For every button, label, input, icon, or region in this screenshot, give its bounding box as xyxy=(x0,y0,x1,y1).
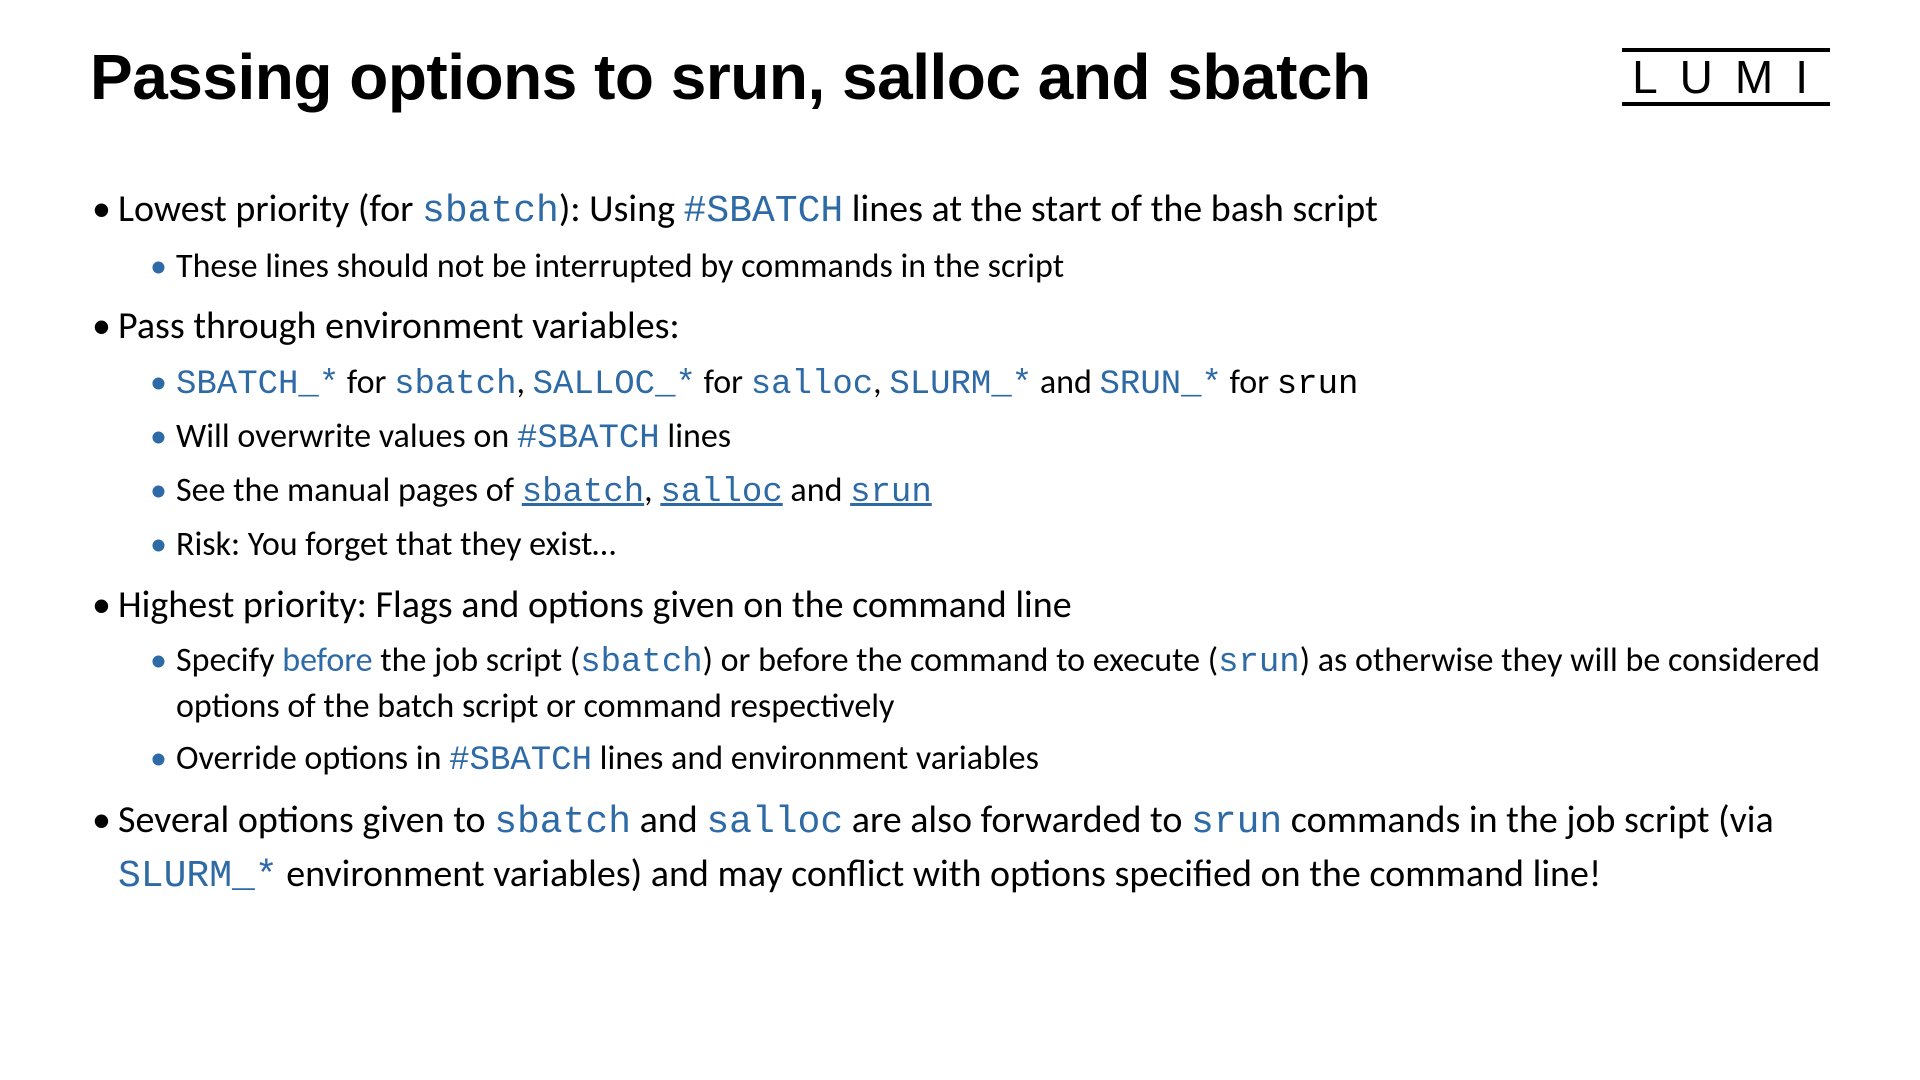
link-salloc[interactable]: salloc xyxy=(660,474,782,512)
text: Will overwrite values on xyxy=(176,416,517,457)
bullet-3-2: Override options in #SBATCH lines and en… xyxy=(176,737,1830,783)
bullet-2-2: Will overwrite values on #SBATCH lines xyxy=(176,415,1830,461)
code-sbatch: sbatch xyxy=(494,801,631,844)
code-salloc: salloc xyxy=(706,801,843,844)
code-sallocstar: SALLOC_* xyxy=(533,366,696,404)
code-srun: srun xyxy=(1277,366,1359,404)
text: Highest priority: Flags and options give… xyxy=(118,582,1072,628)
bullet-list: Lowest priority (for sbatch): Using #SBA… xyxy=(90,184,1830,902)
bullet-2-3: See the manual pages of sbatch, salloc a… xyxy=(176,469,1830,515)
code-salloc: salloc xyxy=(751,366,873,404)
bullet-2: Pass through environment variables: SBAT… xyxy=(118,301,1830,567)
text: Specify xyxy=(176,640,282,681)
text: ) or before the command to execute ( xyxy=(703,640,1218,681)
code-slurmstar: SLURM_* xyxy=(118,855,278,898)
text: Lowest priority (for xyxy=(118,186,422,232)
text: lines at the start of the bash script xyxy=(843,186,1378,232)
bullet-3: Highest priority: Flags and options give… xyxy=(118,580,1830,784)
text: , xyxy=(873,362,889,403)
text: lines and environment variables xyxy=(592,738,1039,779)
slide-title: Passing options to srun, salloc and sbat… xyxy=(90,40,1371,114)
text: environment variables) and may conflict … xyxy=(278,851,1602,897)
text: , xyxy=(644,470,660,511)
bullet-2-1: SBATCH_* for sbatch, SALLOC_* for salloc… xyxy=(176,361,1830,407)
code-sbatch: sbatch xyxy=(394,366,516,404)
bullet-1-1: These lines should not be interrupted by… xyxy=(176,245,1830,289)
lumi-logo: LUMI xyxy=(1622,48,1830,106)
slide-header: Passing options to srun, salloc and sbat… xyxy=(90,40,1830,114)
text: See the manual pages of xyxy=(176,470,522,511)
emph-before: before xyxy=(282,640,372,681)
bullet-2-4: Risk: You forget that they exist… xyxy=(176,523,1830,567)
code-sbatch: sbatch xyxy=(422,190,559,233)
bullet-1: Lowest priority (for sbatch): Using #SBA… xyxy=(118,184,1830,289)
code-srunstar: SRUN_* xyxy=(1100,366,1222,404)
text: for xyxy=(339,362,394,403)
text: are also forwarded to xyxy=(843,797,1191,843)
text: ): Using xyxy=(559,186,684,232)
text: Override options in xyxy=(176,738,449,779)
text: the job script ( xyxy=(373,640,581,681)
code-srun: srun xyxy=(1218,644,1300,682)
text: , xyxy=(516,362,532,403)
code-hashbatch: #SBATCH xyxy=(517,420,660,458)
text: for xyxy=(1222,362,1277,403)
link-srun[interactable]: srun xyxy=(850,474,932,512)
bullet-3-1: Specify before the job script (sbatch) o… xyxy=(176,639,1830,729)
text: for xyxy=(696,362,751,403)
code-hashbatch: #SBATCH xyxy=(449,742,592,780)
bullet-4: Several options given to sbatch and sall… xyxy=(118,795,1830,902)
text: and xyxy=(783,470,850,511)
text: Pass through environment variables: xyxy=(118,303,680,349)
code-sbatchstar: SBATCH_* xyxy=(176,366,339,404)
text: commands in the job script (via xyxy=(1282,797,1773,843)
text: lines xyxy=(660,416,731,457)
text: Several options given to xyxy=(118,797,494,843)
code-srun: srun xyxy=(1191,801,1282,844)
link-sbatch[interactable]: sbatch xyxy=(522,474,644,512)
code-slurmstar: SLURM_* xyxy=(889,366,1032,404)
text: and xyxy=(1032,362,1099,403)
code-sbatch: sbatch xyxy=(580,644,702,682)
code-hashbatch: #SBATCH xyxy=(684,190,844,233)
text: and xyxy=(631,797,706,843)
